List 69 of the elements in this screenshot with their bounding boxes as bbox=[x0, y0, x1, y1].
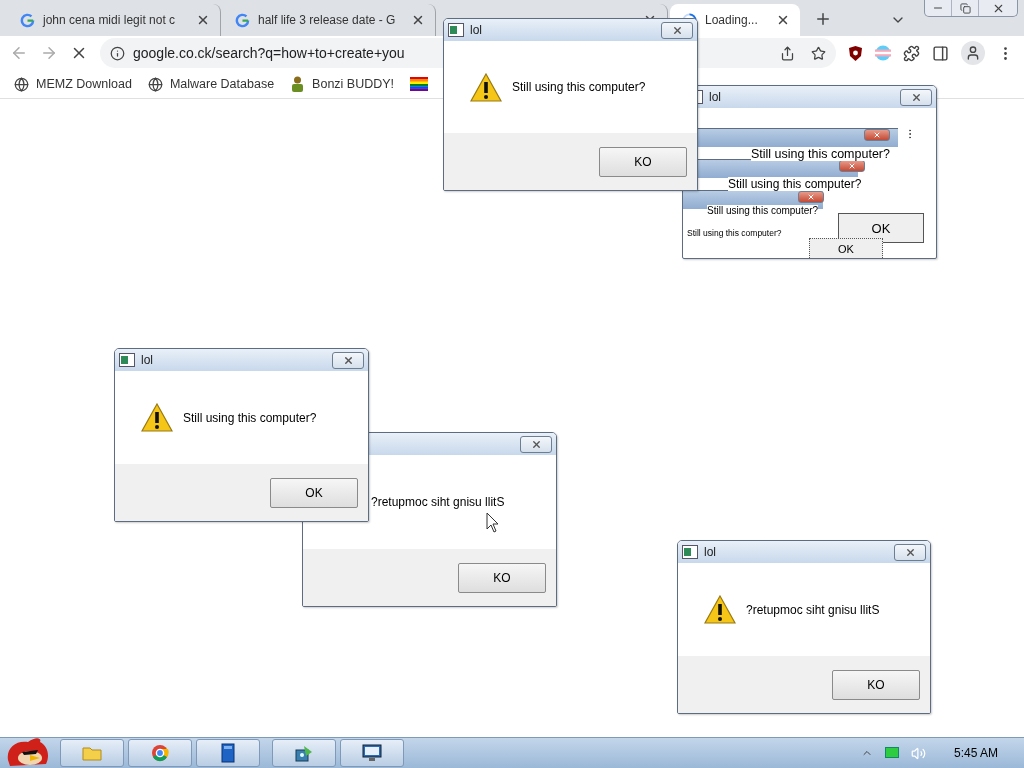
taskbar-button[interactable] bbox=[128, 739, 192, 767]
chrome-icon bbox=[151, 744, 169, 762]
restore-icon bbox=[959, 2, 971, 14]
monitor-icon bbox=[362, 744, 382, 762]
bookmark[interactable]: Bonzi BUDDY! bbox=[290, 76, 395, 92]
share-icon[interactable] bbox=[780, 45, 795, 61]
close-icon bbox=[848, 162, 856, 170]
dialog-message: ?retupmoc siht gnisu llitS bbox=[746, 602, 880, 617]
dialog-title: lol bbox=[141, 353, 153, 367]
close-icon bbox=[530, 438, 542, 450]
close-icon bbox=[342, 354, 354, 366]
close-icon bbox=[671, 24, 683, 36]
google-icon bbox=[20, 12, 35, 28]
folder-icon bbox=[82, 745, 102, 761]
close-tab-icon[interactable] bbox=[196, 13, 210, 27]
dialog-button[interactable]: KO bbox=[832, 669, 920, 700]
dialog-message: Still using this computer? bbox=[183, 410, 317, 425]
close-icon bbox=[873, 131, 881, 139]
clock[interactable]: 5:45 AM bbox=[953, 746, 998, 760]
dialog-message: ?retupmoc siht gnisu llitS bbox=[371, 495, 505, 509]
close-button[interactable] bbox=[520, 435, 552, 453]
close-button[interactable] bbox=[661, 21, 693, 39]
new-tab-icon[interactable] bbox=[814, 10, 832, 28]
close-tab-icon[interactable] bbox=[411, 13, 425, 27]
dialog-title: lol bbox=[470, 23, 482, 37]
info-icon bbox=[110, 45, 125, 61]
dialog-message: Still using this computer? bbox=[512, 80, 646, 94]
close-button[interactable] bbox=[864, 129, 890, 141]
globe-icon bbox=[147, 76, 163, 92]
cursor-icon bbox=[486, 512, 500, 534]
book-icon bbox=[221, 743, 235, 763]
app-icon bbox=[448, 23, 464, 37]
close-button[interactable] bbox=[900, 88, 932, 106]
close-icon bbox=[904, 546, 916, 558]
shield-icon[interactable] bbox=[848, 44, 863, 62]
google-icon bbox=[235, 12, 250, 28]
dialog-button[interactable]: KO bbox=[599, 146, 687, 177]
close-icon bbox=[910, 91, 922, 103]
dialog-message: Still using this computer? bbox=[728, 177, 862, 191]
dialog-title: lol bbox=[704, 545, 716, 559]
dialog-title: lol bbox=[709, 90, 721, 104]
bookmark[interactable]: Malware Database bbox=[147, 76, 275, 92]
figure-icon bbox=[290, 76, 306, 92]
app-icon bbox=[682, 545, 698, 559]
dialog-button[interactable]: KO bbox=[458, 562, 546, 593]
globe-icon bbox=[14, 76, 29, 92]
close-button[interactable] bbox=[798, 191, 824, 203]
profile-icon[interactable] bbox=[961, 41, 985, 65]
close-tab-icon[interactable] bbox=[776, 13, 790, 27]
taskbar-button[interactable] bbox=[340, 739, 404, 767]
dialog-button[interactable]: OK bbox=[270, 477, 358, 508]
dialog-message: Still using this computer? bbox=[707, 205, 819, 216]
taskbar-button[interactable] bbox=[272, 739, 336, 767]
bookmark[interactable]: MEMZ Download bbox=[14, 76, 132, 92]
close-button[interactable] bbox=[332, 351, 364, 369]
rainbow-flag-icon[interactable] bbox=[410, 77, 429, 91]
extensions-icon[interactable] bbox=[903, 44, 920, 62]
network-icon[interactable] bbox=[884, 747, 899, 759]
star-icon[interactable] bbox=[811, 45, 826, 61]
dialog-message: Still using this computer? bbox=[751, 147, 890, 161]
close-icon bbox=[807, 193, 815, 201]
taskbar-button[interactable] bbox=[196, 739, 260, 767]
close-button[interactable] bbox=[894, 543, 926, 561]
dialog-button[interactable]: OK bbox=[838, 213, 924, 243]
dialog-message: Still using this computer? bbox=[687, 228, 782, 238]
dialog-button[interactable]: OK bbox=[809, 238, 883, 258]
app-icon bbox=[119, 353, 135, 367]
side-panel-icon[interactable] bbox=[932, 44, 949, 62]
installer-icon bbox=[294, 744, 314, 762]
